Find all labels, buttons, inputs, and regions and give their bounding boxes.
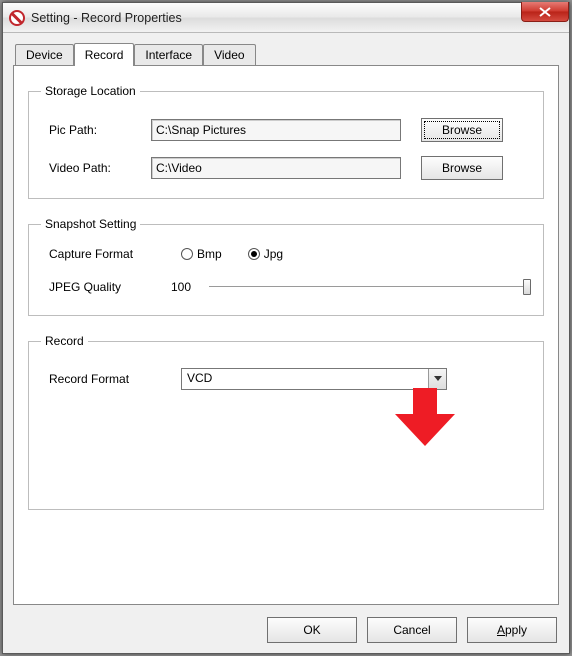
row-record-format: Record Format VCD [41, 368, 531, 390]
tab-page-record: Storage Location Pic Path: Browse Video … [13, 65, 559, 605]
dialog-button-bar: OK Cancel Apply [267, 617, 557, 643]
apply-button[interactable]: Apply [467, 617, 557, 643]
radio-jpg-dot [248, 248, 260, 260]
radio-bmp[interactable]: Bmp [181, 247, 222, 261]
group-storage-location: Storage Location Pic Path: Browse Video … [28, 84, 544, 199]
cancel-button[interactable]: Cancel [367, 617, 457, 643]
record-format-dropdown-button[interactable] [428, 369, 446, 389]
jpeg-quality-value: 100 [171, 280, 209, 294]
close-icon [539, 7, 551, 17]
apply-rest: pply [505, 623, 527, 637]
titlebar: Setting - Record Properties [3, 3, 569, 33]
video-path-label: Video Path: [41, 161, 151, 175]
settings-dialog: Setting - Record Properties Device Recor… [2, 2, 570, 654]
group-record: Record Record Format VCD [28, 334, 544, 510]
capture-format-label: Capture Format [41, 247, 181, 261]
row-pic-path: Pic Path: Browse [41, 118, 531, 142]
radio-bmp-dot [181, 248, 193, 260]
jpeg-quality-slider[interactable] [209, 277, 531, 297]
record-format-combo[interactable]: VCD [181, 368, 447, 390]
group-storage-legend: Storage Location [41, 84, 140, 98]
tab-device[interactable]: Device [15, 44, 74, 65]
tabstrip: Device Record Interface Video [13, 43, 559, 65]
pic-path-browse-button[interactable]: Browse [421, 118, 503, 142]
row-jpeg-quality: JPEG Quality 100 [41, 277, 531, 297]
pic-path-input[interactable] [151, 119, 401, 141]
close-button[interactable] [521, 2, 569, 22]
video-path-browse-button[interactable]: Browse [421, 156, 503, 180]
app-icon [9, 10, 25, 26]
radio-jpg[interactable]: Jpg [248, 247, 283, 261]
radio-jpg-label: Jpg [264, 247, 283, 261]
record-format-value: VCD [182, 369, 428, 389]
row-video-path: Video Path: Browse [41, 156, 531, 180]
row-capture-format: Capture Format Bmp Jpg [41, 247, 531, 261]
radio-bmp-label: Bmp [197, 247, 222, 261]
client-area: Device Record Interface Video Storage Lo… [3, 33, 569, 653]
tab-video[interactable]: Video [203, 44, 255, 65]
tab-interface[interactable]: Interface [134, 44, 203, 65]
group-snapshot-legend: Snapshot Setting [41, 217, 140, 231]
slider-track [209, 286, 525, 288]
window-title: Setting - Record Properties [31, 11, 182, 25]
group-record-legend: Record [41, 334, 88, 348]
slider-thumb[interactable] [523, 279, 531, 295]
tab-record[interactable]: Record [74, 43, 135, 66]
group-snapshot-setting: Snapshot Setting Capture Format Bmp Jpg … [28, 217, 544, 316]
ok-button[interactable]: OK [267, 617, 357, 643]
pic-path-label: Pic Path: [41, 123, 151, 137]
record-format-label: Record Format [41, 372, 181, 386]
chevron-down-icon [434, 376, 442, 382]
jpeg-quality-label: JPEG Quality [41, 280, 171, 294]
video-path-input[interactable] [151, 157, 401, 179]
